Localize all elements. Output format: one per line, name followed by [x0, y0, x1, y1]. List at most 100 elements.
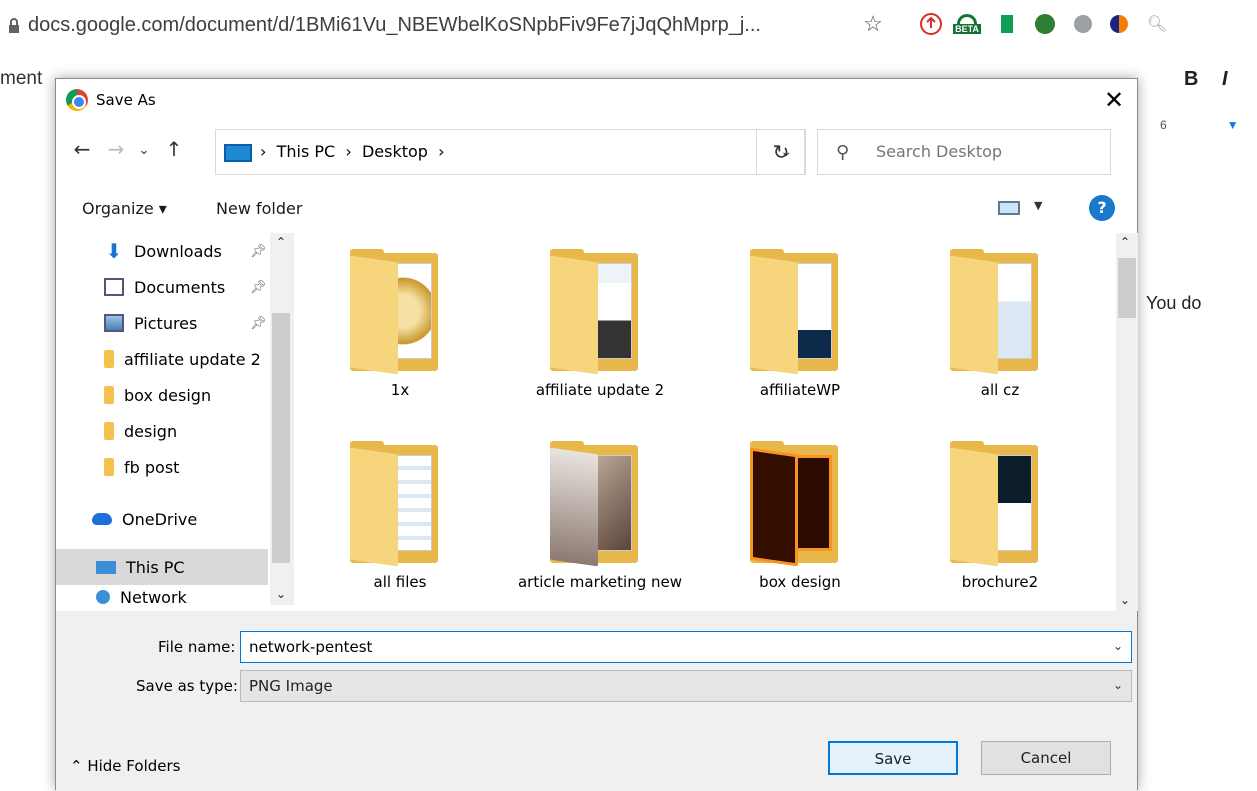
download-icon: ⬇ [105, 239, 123, 263]
sidebar-item-label: Downloads [134, 241, 222, 261]
beta-ext-icon[interactable]: BETA [952, 8, 982, 40]
address-bar[interactable]: › This PC › Desktop › ⌄ [215, 129, 805, 175]
similarweb-ext-icon[interactable] [1104, 8, 1134, 40]
help-icon[interactable]: ? [1089, 195, 1115, 221]
refresh-icon[interactable]: ↻ [756, 129, 806, 175]
save-type-label: Save as type: [136, 677, 238, 695]
ghostery-ext-icon[interactable] [1068, 8, 1098, 40]
save-button[interactable]: Save [828, 741, 958, 775]
recent-locations-icon[interactable]: ⌄ [132, 143, 156, 158]
folder-tile[interactable]: all cz [900, 233, 1100, 413]
folder-icon [950, 441, 1040, 567]
folder-label: all cz [980, 381, 1020, 399]
folder-label: brochure2 [961, 573, 1039, 591]
scroll-down-icon[interactable]: ⌄ [1120, 593, 1130, 607]
nav-scroll-thumb[interactable] [272, 313, 290, 563]
back-arrow-icon[interactable]: ← [70, 137, 94, 161]
file-name-dropdown-icon[interactable]: ⌄ [1113, 639, 1123, 653]
ruler: 6 ▼ [1140, 118, 1257, 132]
sidebar-item-network[interactable]: Network [56, 589, 268, 605]
folder-tile[interactable]: box design [700, 425, 900, 605]
view-options-icon[interactable] [998, 201, 1020, 215]
save-type-value: PNG Image [249, 677, 333, 695]
cancel-button[interactable]: Cancel [981, 741, 1111, 775]
up-arrow-icon[interactable]: ↑ [162, 137, 186, 161]
organize-button[interactable]: Organize ▾ [82, 199, 167, 218]
italic-button[interactable]: I [1222, 68, 1228, 91]
folder-tile[interactable]: all files [300, 425, 500, 605]
sidebar-item-label: affiliate update 2 [124, 349, 261, 369]
breadcrumb-this-pc[interactable]: This PC [277, 142, 336, 161]
forward-arrow-icon[interactable]: → [104, 137, 128, 161]
folder-tile[interactable]: affiliateWP [700, 233, 900, 413]
folder-label: affiliateWP [759, 381, 841, 399]
sidebar-item-onedrive[interactable]: OneDrive [56, 501, 268, 537]
folder-icon [104, 422, 114, 440]
pin-icon[interactable]: 📌︎ [250, 244, 267, 259]
lock-icon [9, 18, 19, 33]
this-pc-icon [96, 560, 116, 574]
file-pane-scrollbar[interactable]: ⌃ ⌄ [1116, 233, 1138, 611]
search-icon: ⚲ [836, 142, 850, 163]
ruler-mark: 6 [1160, 118, 1167, 132]
file-pane-scroll-thumb[interactable] [1118, 258, 1136, 318]
dialog-titlebar[interactable]: Save As ✕ [56, 79, 1137, 121]
save-type-select[interactable]: PNG Image ⌄ [240, 670, 1132, 702]
hide-folders-button[interactable]: ⌃ Hide Folders [70, 757, 180, 775]
sidebar-item-design[interactable]: design [56, 413, 268, 449]
bold-button[interactable]: B [1184, 68, 1198, 91]
sidebar-item-label: Documents [134, 277, 226, 297]
sidebar-item-pictures[interactable]: Pictures 📌︎ [56, 305, 268, 341]
close-icon[interactable]: ✕ [1099, 85, 1129, 115]
beta-badge: BETA [953, 24, 981, 34]
browser-omnibox: docs.google.com/document/d/1BMi61Vu_NBEW… [0, 0, 1257, 60]
sidebar-item-downloads[interactable]: ⬇ Downloads 📌︎ [56, 233, 268, 269]
folder-tile[interactable]: brochure2 [900, 425, 1100, 605]
breadcrumb-desktop[interactable]: Desktop [362, 142, 428, 161]
zoom-ext-icon[interactable]: 🔍︎ [1142, 8, 1172, 40]
folder-icon [350, 249, 440, 375]
globe-ext-icon[interactable] [1030, 8, 1060, 40]
sidebar-item-fb-post[interactable]: fb post [56, 449, 268, 485]
folder-icon [104, 458, 114, 476]
scroll-down-icon[interactable]: ⌄ [276, 587, 286, 601]
view-dropdown-icon[interactable]: ▼ [1034, 199, 1042, 212]
new-folder-button[interactable]: New folder [216, 199, 302, 218]
file-name-field[interactable]: ⌄ [240, 631, 1132, 663]
sidebar-item-label: OneDrive [122, 509, 198, 529]
save-type-dropdown-icon[interactable]: ⌄ [1113, 678, 1123, 692]
sidebar-item-label: design [124, 421, 178, 441]
folder-label: all files [373, 573, 427, 591]
pin-icon[interactable]: 📌︎ [250, 280, 267, 295]
sidebar-item-documents[interactable]: Documents 📌︎ [56, 269, 268, 305]
pin-icon[interactable]: 📌︎ [250, 316, 267, 331]
breadcrumb-sep: › [260, 142, 267, 161]
sidebar-item-label: This PC [126, 557, 185, 577]
search-input[interactable] [876, 142, 1096, 161]
breadcrumb-sep: › [345, 142, 352, 161]
save-as-dialog: Save As ✕ ← → ⌄ ↑ › This PC › Desktop › … [55, 78, 1138, 791]
sheets-ext-icon[interactable] [992, 8, 1022, 40]
breadcrumb[interactable]: › This PC › Desktop › [260, 142, 445, 161]
folder-tile[interactable]: affiliate update 2 [500, 233, 700, 413]
sidebar-item-affiliate-update-2[interactable]: affiliate update 2 [56, 341, 268, 377]
url-text[interactable]: docs.google.com/document/d/1BMi61Vu_NBEW… [28, 14, 761, 37]
upload-ext-icon[interactable] [916, 8, 946, 40]
indent-marker-icon[interactable]: ▼ [1227, 118, 1239, 132]
doc-body-text[interactable]: You do [1146, 293, 1201, 314]
docs-menu-fragment[interactable]: ment [0, 68, 42, 90]
chrome-icon [66, 89, 88, 111]
sidebar-item-box-design[interactable]: box design [56, 377, 268, 413]
search-box[interactable]: ⚲ [817, 129, 1111, 175]
scroll-up-icon[interactable]: ⌃ [276, 235, 286, 249]
folder-icon [950, 249, 1040, 375]
folder-tile[interactable]: 1x [300, 233, 500, 413]
star-icon[interactable]: ☆ [858, 8, 888, 40]
folder-label: 1x [390, 381, 410, 399]
onedrive-icon [92, 513, 112, 525]
sidebar-item-this-pc[interactable]: This PC [56, 549, 268, 585]
file-name-input[interactable] [249, 638, 1089, 656]
folder-tile[interactable]: article marketing new [500, 425, 700, 605]
sidebar-item-label: box design [124, 385, 212, 405]
scroll-up-icon[interactable]: ⌃ [1120, 235, 1130, 249]
